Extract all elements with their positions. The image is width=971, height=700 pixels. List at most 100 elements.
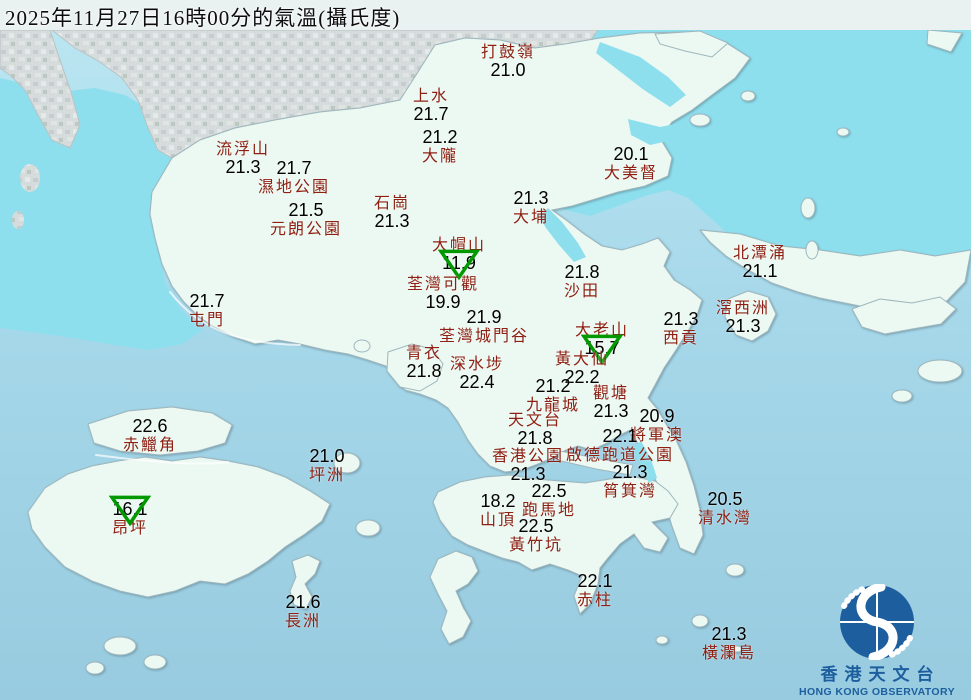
station-temp-wrap: 21.3 — [593, 402, 628, 422]
station-name: 北潭涌 — [733, 245, 787, 262]
station-temp: 21.8 — [406, 361, 441, 381]
station[interactable]: 青衣 21.8 — [406, 345, 442, 382]
station-temp-wrap: 20.1 — [613, 145, 648, 165]
station-temp-wrap: 21.5 — [288, 201, 323, 221]
station-temp-wrap: 21.8 — [564, 263, 599, 283]
station-temp: 22.1 — [577, 571, 612, 591]
station[interactable]: 大隴 21.2 — [422, 128, 458, 165]
hko-logo-name-zh: 香港天文台 — [794, 660, 967, 685]
station-temp: 22.6 — [132, 416, 167, 436]
station[interactable]: 石崗 21.3 — [374, 195, 410, 232]
station-temp: 21.0 — [490, 60, 525, 80]
station-temp-wrap: 21.2 — [535, 377, 570, 397]
station[interactable]: 西貢 21.3 — [663, 310, 699, 347]
station[interactable]: 荃灣城門谷 21.9 — [439, 308, 529, 345]
station[interactable]: 九龍城 21.2 — [526, 377, 580, 414]
station[interactable]: 元朗公園 21.5 — [270, 201, 342, 238]
station[interactable]: 屯門 21.7 — [189, 292, 225, 329]
station-name: 觀塘 — [593, 385, 629, 402]
hko-logo-name-en: HONG KONG OBSERVATORY — [787, 686, 967, 698]
station-temp: 22.5 — [518, 516, 553, 536]
station-name: 荃灣城門谷 — [439, 328, 529, 345]
station[interactable]: 打鼓嶺 21.0 — [481, 44, 535, 81]
station-name: 沙田 — [564, 283, 600, 300]
station[interactable]: 跑馬地 22.5 — [522, 482, 576, 519]
station[interactable]: 滘西洲 21.3 — [716, 300, 770, 337]
station[interactable]: 香港公園 21.3 — [492, 448, 564, 485]
station-name: 上水 — [413, 88, 449, 105]
station-temp: 16.1 — [112, 499, 147, 519]
station-temp-wrap: 21.6 — [285, 593, 320, 613]
station-temp: 20.5 — [707, 489, 742, 509]
station-name: 赤柱 — [577, 592, 613, 609]
station[interactable]: 啟德跑道公園 22.1 — [566, 427, 674, 464]
station-temp: 21.3 — [612, 462, 647, 482]
station-name: 大帽山 — [432, 237, 486, 254]
station-temp-wrap: 21.9 — [466, 308, 501, 328]
station[interactable]: 坪洲 21.0 — [309, 447, 345, 484]
station-name: 橫瀾島 — [702, 645, 756, 662]
station-temp-wrap: 21.8 — [406, 362, 441, 382]
station-temp: 21.1 — [742, 261, 777, 281]
station[interactable]: 濕地公園 21.7 — [258, 159, 330, 196]
station-temp: 21.3 — [725, 316, 760, 336]
station-name: 屯門 — [189, 312, 225, 329]
station-temp-wrap: 21.3 — [513, 189, 548, 209]
station-name: 大老山 — [575, 322, 629, 339]
station-temp-wrap: 21.3 — [725, 317, 760, 337]
station-temp-wrap: 21.0 — [490, 61, 525, 81]
station-temp-wrap: 22.5 — [518, 517, 553, 537]
station-name: 深水埗 — [450, 356, 504, 373]
station[interactable]: 長洲 21.6 — [285, 593, 321, 630]
station-temp: 22.5 — [531, 481, 566, 501]
station-temp-wrap: 21.3 — [711, 625, 746, 645]
station-name: 黃大仙 — [555, 351, 609, 368]
station[interactable]: 沙田 21.8 — [564, 263, 600, 300]
station-temp: 21.7 — [189, 291, 224, 311]
station-name: 元朗公園 — [270, 221, 342, 238]
station-temp-wrap: 21.3 — [225, 158, 260, 178]
station-temp: 21.2 — [535, 376, 570, 396]
station[interactable]: 黃竹坑 22.5 — [509, 517, 563, 554]
station[interactable]: 北潭涌 21.1 — [733, 245, 787, 282]
station[interactable]: 大美督 20.1 — [604, 145, 658, 182]
station-temp-wrap: 22.1 — [602, 427, 637, 447]
station-temp: 21.3 — [663, 309, 698, 329]
station-name: 坪洲 — [309, 467, 345, 484]
station-temp-wrap: 16.1 — [112, 500, 147, 520]
station-name: 大隴 — [422, 148, 458, 165]
station-temp-wrap: 21.1 — [742, 262, 777, 282]
hko-logo: 香港天文台 HONG KONG OBSERVATORY — [787, 584, 967, 698]
station-temp-wrap: 21.3 — [612, 463, 647, 483]
station-name: 大美督 — [604, 165, 658, 182]
station-temp: 20.9 — [639, 406, 674, 426]
station-temp: 21.3 — [593, 401, 628, 421]
station[interactable]: 上水 21.7 — [413, 88, 449, 125]
station-name: 赤鱲角 — [123, 437, 177, 454]
station-temp-wrap: 21.2 — [422, 128, 457, 148]
station[interactable]: 天文台 21.8 — [508, 412, 562, 449]
station[interactable]: 清水灣 20.5 — [698, 490, 752, 527]
station-name: 流浮山 — [216, 141, 270, 158]
station[interactable]: 赤鱲角 22.6 — [123, 417, 177, 454]
station-temp: 21.8 — [564, 262, 599, 282]
station-name: 荃灣可觀 — [407, 276, 479, 293]
station-name: 石崗 — [374, 195, 410, 212]
station[interactable]: 大帽山 11.9 — [432, 237, 486, 274]
station-temp: 21.7 — [276, 158, 311, 178]
station-name: 濕地公園 — [258, 179, 330, 196]
station-name: 打鼓嶺 — [481, 44, 535, 61]
station-temp: 21.9 — [466, 307, 501, 327]
station[interactable]: 赤柱 22.1 — [577, 572, 613, 609]
station[interactable]: 深水埗 22.4 — [450, 356, 504, 393]
station[interactable]: 昂坪 16.1 — [112, 500, 148, 537]
hko-logo-icon — [836, 584, 918, 660]
station[interactable]: 大埔 21.3 — [513, 189, 549, 226]
station-temp-wrap: 18.2 — [480, 492, 515, 512]
station[interactable]: 觀塘 21.3 — [593, 385, 629, 422]
station-temp: 20.1 — [613, 144, 648, 164]
station[interactable]: 橫瀾島 21.3 — [702, 625, 756, 662]
station-temp: 21.7 — [413, 104, 448, 124]
station-temp-wrap: 21.7 — [276, 159, 311, 179]
station[interactable]: 筲箕灣 21.3 — [603, 463, 657, 500]
